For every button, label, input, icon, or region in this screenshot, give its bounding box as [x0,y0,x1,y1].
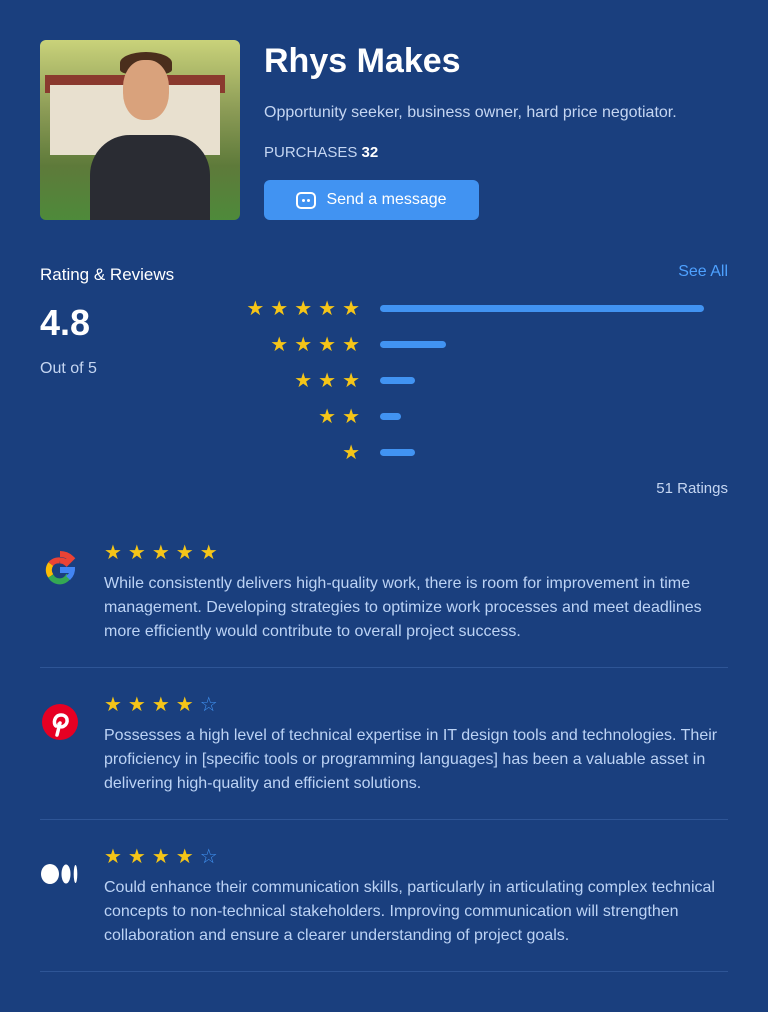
review-stars: ★★★★☆ [104,846,224,868]
empty-star-icon: ☆ [199,694,224,716]
purchases-count: 32 [361,144,379,161]
star-icons: ★★★★★ [246,297,366,320]
star-icons: ★ [342,441,366,464]
profile-bio: Opportunity seeker, business owner, hard… [264,104,677,121]
rating-bar-fill [380,304,704,312]
ratings-title: Rating & Reviews [40,265,175,284]
rating-bar-track [380,340,728,348]
review-item: ★★★★☆ Possesses a high level of technical… [40,692,728,820]
rating-bar-fill [380,340,447,348]
rating-score: 4.8 [40,302,91,343]
star-icons: ★★★ [294,369,366,392]
rating-row-4: ★★★★ [220,333,728,356]
rating-bar-track [380,304,728,312]
rating-bar-track [380,448,728,456]
purchases: PURCHASES 32 [264,144,378,161]
send-message-button[interactable]: Send a message [264,180,479,220]
medium-icon [40,854,80,894]
review-text: Possesses a high level of technical expe… [104,727,718,792]
star-icons: ★★★★ [270,333,366,356]
review-stars: ★★★★★ [104,542,224,564]
send-message-label: Send a message [326,191,447,208]
rating-row-3: ★★★ [220,369,728,392]
review-stars: ★★★★☆ [104,694,224,716]
rating-row-1: ★ [220,441,728,464]
rating-out-of: Out of 5 [40,360,97,377]
rating-bar-fill [380,376,415,384]
rating-bar-track [380,412,728,420]
profile-photo [40,40,240,220]
empty-star-icon: ☆ [199,846,224,868]
purchases-label: PURCHASES [264,144,358,161]
chat-icon [296,191,317,209]
star-icons: ★★ [318,405,366,428]
review-item: ★★★★☆ Could enhance their communication s… [40,844,728,972]
rating-row-5: ★★★★★ [220,297,728,320]
review-item: ★★★★★ While consistently delivers high-qu… [40,540,728,668]
rating-bar-fill [380,448,415,456]
rating-row-2: ★★ [220,405,728,428]
rating-bar-track [380,376,728,384]
rating-bar-fill [380,412,401,420]
google-icon [40,550,80,590]
profile-name: Rhys Makes [264,42,461,80]
ratings-count: 51 Ratings [656,480,728,497]
review-text: While consistently delivers high-quality… [104,575,702,640]
review-text: Could enhance their communication skills… [104,879,715,944]
pinterest-icon [40,702,80,742]
see-all-link[interactable]: See All [678,263,728,281]
